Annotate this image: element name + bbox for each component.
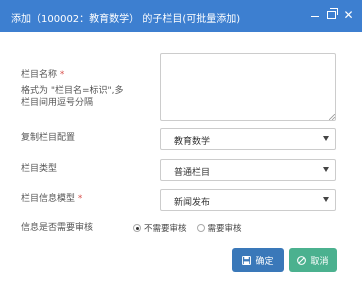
ok-button[interactable]: 确定 (232, 248, 284, 272)
column-type-select[interactable]: 普通栏目 (160, 159, 336, 181)
column-name-textarea[interactable] (160, 53, 336, 121)
name-hint-line-2: 栏目间用逗号分隔 (21, 98, 94, 108)
column-type-value: 普通栏目 (174, 168, 211, 178)
column-type-label: 栏目类型 (21, 164, 58, 174)
chevron-down-icon (323, 167, 329, 172)
review-option-no[interactable]: 不需要审核 (133, 222, 187, 234)
radio-need-review[interactable] (196, 224, 205, 232)
resize-grip-icon[interactable] (329, 114, 335, 120)
info-model-label: 栏目信息模型 * (21, 194, 83, 204)
chevron-down-icon (323, 136, 329, 141)
required-mark: * (59, 70, 65, 80)
chevron-down-icon (323, 197, 329, 202)
review-radio-group: 不需要审核 需要审核 (133, 222, 248, 234)
dialog-title: 添加（100002：教育数学） 的子栏目(可批量添加) (11, 14, 241, 25)
cancel-button[interactable]: 取消 (289, 248, 337, 272)
copy-config-value: 教育数学 (174, 137, 211, 147)
name-label: 栏目名称 * (21, 70, 65, 80)
review-option-yes[interactable]: 需要审核 (196, 222, 242, 234)
required-mark: * (77, 194, 83, 204)
radio-no-review[interactable] (133, 224, 141, 232)
maximize-icon[interactable] (326, 8, 338, 22)
minimize-icon[interactable] (309, 8, 320, 22)
copy-config-label: 复制栏目配置 (21, 133, 76, 143)
close-icon[interactable]: ✕ (343, 8, 354, 22)
name-hint-line-1: 格式为 "栏目名=标识",多 (21, 86, 124, 96)
cancel-circle-icon (297, 255, 307, 265)
save-icon (242, 255, 252, 265)
info-model-select[interactable]: 新闻发布 (160, 189, 336, 211)
info-model-value: 新闻发布 (174, 198, 211, 208)
copy-config-select[interactable]: 教育数学 (160, 128, 336, 150)
dialog-titlebar: 添加（100002：教育数学） 的子栏目(可批量添加) ✕ (0, 0, 362, 32)
review-label: 信息是否需要审核 (21, 223, 94, 233)
window-controls: ✕ (309, 8, 354, 22)
